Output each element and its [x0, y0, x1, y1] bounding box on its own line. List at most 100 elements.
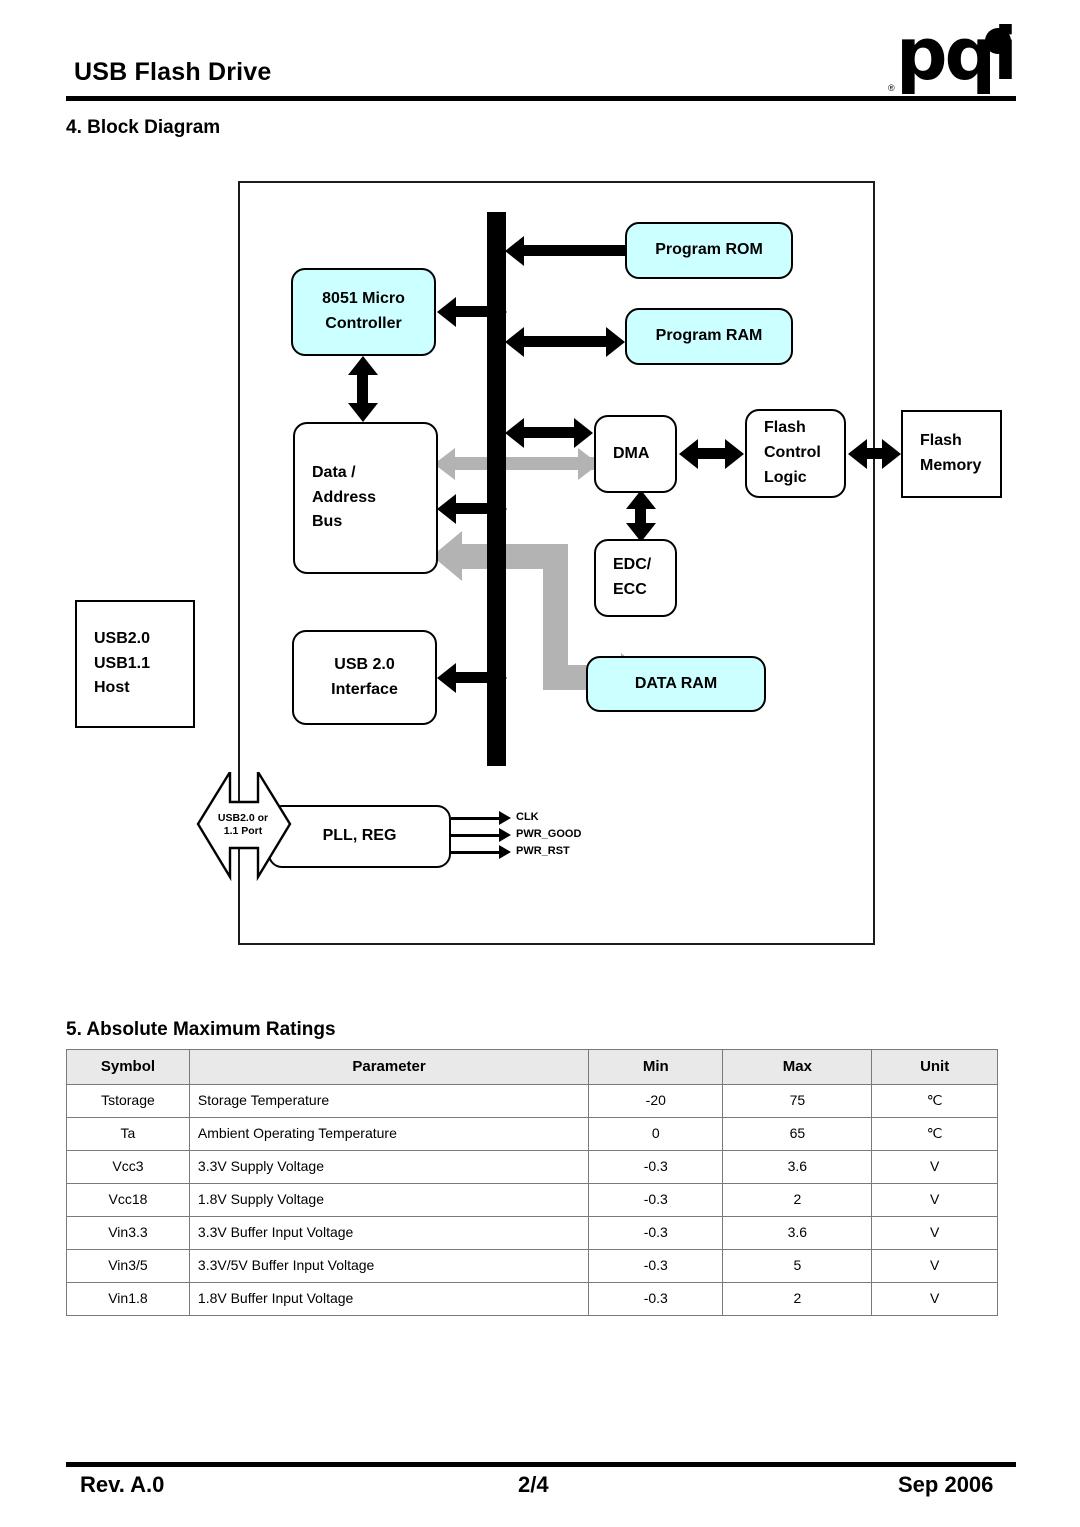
arrow-shaft: [357, 374, 368, 406]
footer-date: Sep 2006: [898, 1472, 994, 1497]
block-dma: DMA: [594, 415, 677, 493]
section-heading-absolute-maximum-ratings: 5. Absolute Maximum Ratings: [66, 1019, 336, 1040]
arrow-head-left: [505, 418, 524, 448]
cell-parameter: Ambient Operating Temperature: [188, 1117, 590, 1151]
cell-symbol: Vcc18: [66, 1183, 190, 1217]
arrow-head-left: [437, 494, 456, 524]
footer-page-number: 2/4: [518, 1472, 549, 1497]
cell-max: 75: [722, 1084, 873, 1118]
cell-unit: V: [871, 1150, 998, 1184]
signal-line-pwr-good: [451, 834, 501, 837]
block-label-line: Logic: [764, 468, 807, 486]
section-heading-block-diagram: 4. Block Diagram: [66, 117, 221, 138]
usb-port-label-line: 1.1 Port: [223, 825, 263, 838]
cell-parameter: 3.3V Buffer Input Voltage: [188, 1216, 590, 1250]
block-program-ram: Program RAM: [625, 308, 793, 365]
arrow-head-right: [882, 439, 901, 469]
signal-label-pwr-rst: PWR_RST: [516, 845, 570, 857]
table-row: Vin3/5 3.3V/5V Buffer Input Voltage -0.3…: [66, 1249, 998, 1283]
arrow-shaft: [455, 672, 491, 683]
cell-symbol: Vin3/5: [66, 1249, 190, 1283]
page-header: USB Flash Drive pqi ®: [0, 0, 1080, 112]
block-label-line: Flash: [920, 432, 962, 450]
cell-unit: V: [871, 1183, 998, 1217]
block-label-line: Controller: [325, 315, 402, 332]
cell-min: -0.3: [588, 1282, 724, 1316]
cell-parameter: Storage Temperature: [188, 1084, 590, 1118]
cell-max: 3.6: [722, 1150, 873, 1184]
arrow-head-right: [725, 439, 744, 469]
cell-parameter: 3.3V Supply Voltage: [188, 1150, 590, 1184]
block-label-line: Program ROM: [655, 241, 763, 259]
footer-revision: Rev. A.0: [80, 1472, 165, 1497]
pqi-logo: pqi ®: [888, 18, 1018, 96]
block-label-line: Host: [94, 679, 130, 697]
block-label-line: Flash: [764, 419, 806, 437]
column-header-min: Min: [588, 1049, 724, 1085]
arrow-head-left: [505, 327, 524, 357]
arrow-shaft: [523, 336, 608, 347]
signal-line-clk: [451, 817, 501, 820]
table-row: Ta Ambient Operating Temperature 0 65 ℃: [66, 1117, 998, 1151]
column-header-unit: Unit: [871, 1049, 998, 1085]
arrow-head-left: [505, 236, 524, 266]
cell-max: 2: [722, 1282, 873, 1316]
block-label-line: DMA: [613, 444, 650, 462]
block-label-line: DATA RAM: [634, 674, 718, 692]
block-label-line: Program RAM: [655, 327, 763, 345]
table-row: Tstorage Storage Temperature -20 75 ℃: [66, 1084, 998, 1118]
arrow-head-left: [848, 439, 867, 469]
signal-arrow-head-clk: [499, 811, 511, 825]
block-label-line: EDC/: [613, 556, 652, 574]
cell-max: 3.6: [722, 1216, 873, 1250]
arrow-head-left: [437, 297, 456, 327]
block-flash-memory: Flash Memory: [901, 410, 1002, 498]
cell-min: -0.3: [588, 1249, 724, 1283]
block-label-line: ECC: [613, 581, 647, 598]
block-usb-host: USB2.0 USB1.1 Host: [75, 600, 195, 728]
arrow-shaft: [697, 448, 727, 459]
arrow-shaft: [455, 503, 491, 514]
block-label-line: 8051 Micro: [322, 290, 405, 308]
cell-min: 0: [588, 1117, 724, 1151]
table-row: Vcc3 3.3V Supply Voltage -0.3 3.6 V: [66, 1150, 998, 1184]
block-label-line: Interface: [331, 680, 398, 698]
arrow-head-right: [488, 663, 507, 693]
block-diagram: 8051 Micro Controller Program ROM Progra…: [0, 160, 1080, 970]
arrow-head-right: [488, 297, 507, 327]
cell-symbol: Vin3.3: [66, 1216, 190, 1250]
usb-port-label: USB2.0 or 1.1 Port: [207, 812, 279, 838]
block-label-line: Bus: [312, 513, 343, 531]
arrow-head-right: [574, 418, 593, 448]
cell-parameter: 3.3V/5V Buffer Input Voltage: [188, 1249, 590, 1283]
column-header-parameter: Parameter: [188, 1049, 590, 1085]
cell-unit: V: [871, 1249, 998, 1283]
cell-unit: ℃: [871, 1117, 998, 1151]
cell-max: 5: [722, 1249, 873, 1283]
signal-arrow-head-pwr-rst: [499, 845, 511, 859]
usb-port-label-line: USB2.0 or: [217, 812, 269, 824]
table-row: Vcc18 1.8V Supply Voltage -0.3 2 V: [66, 1183, 998, 1217]
cell-min: -0.3: [588, 1216, 724, 1250]
block-label-line: Memory: [920, 457, 982, 474]
cell-parameter: 1.8V Supply Voltage: [188, 1183, 590, 1217]
signal-label-pwr-good: PWR_GOOD: [516, 828, 582, 840]
block-8051-micro-controller: 8051 Micro Controller: [291, 268, 436, 356]
block-label-line: USB2.0: [94, 629, 151, 647]
block-flash-control-logic: Flash Control Logic: [745, 409, 846, 498]
block-label-line: USB1.1: [94, 654, 151, 672]
block-edc-ecc: EDC/ ECC: [594, 539, 677, 617]
cell-min: -0.3: [588, 1150, 724, 1184]
cell-unit: V: [871, 1282, 998, 1316]
arrow-shaft: [455, 306, 491, 317]
logo-dot-icon: [985, 28, 1011, 54]
block-label-line: Control: [764, 444, 821, 462]
block-pll-reg: PLL, REG: [268, 805, 451, 868]
cell-max: 65: [722, 1117, 873, 1151]
absolute-maximum-ratings-table: Symbol Parameter Min Max Unit Tstorage S…: [66, 1049, 998, 1316]
cell-max: 2: [722, 1183, 873, 1217]
arrow-shaft: [523, 245, 628, 256]
signal-label-clk: CLK: [516, 811, 539, 823]
column-header-symbol: Symbol: [66, 1049, 190, 1085]
page-title: USB Flash Drive: [74, 58, 272, 86]
